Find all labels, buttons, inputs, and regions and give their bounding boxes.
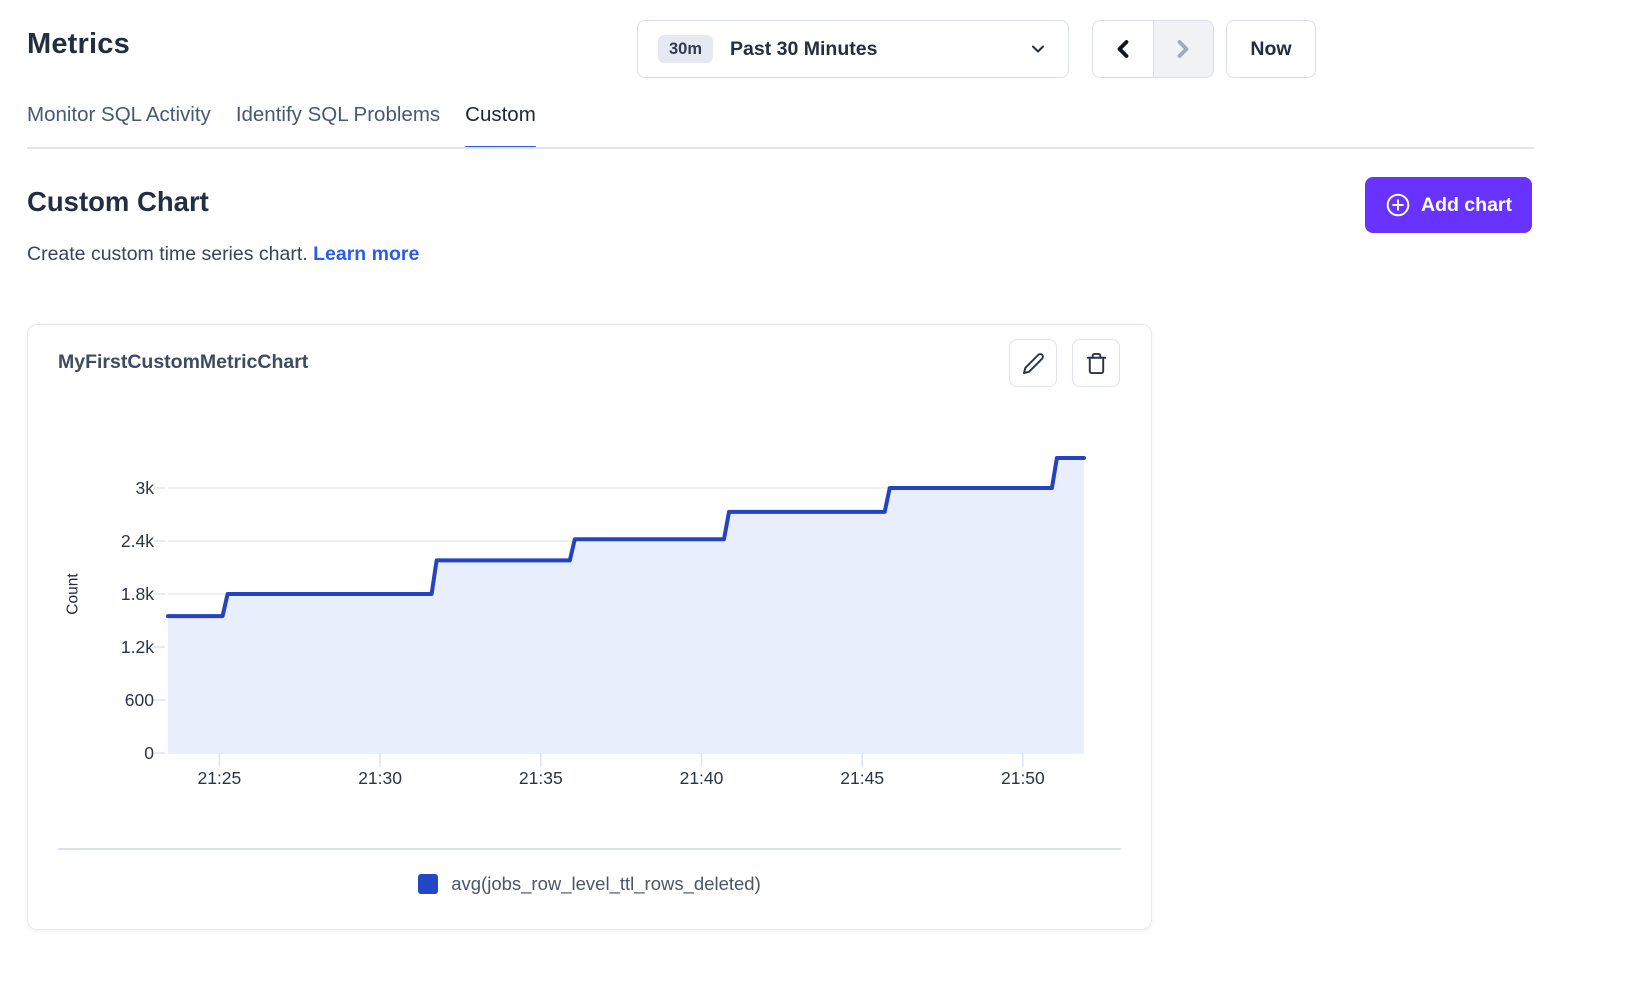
chart-canvas [168,435,1084,753]
edit-chart-button[interactable] [1009,339,1057,387]
x-tick-label: 21:35 [496,767,586,789]
y-tick-label: 2.4k [74,530,154,552]
section-subtitle: Create custom time series chart. Learn m… [27,243,419,266]
time-series-plot [168,435,1084,753]
chevron-right-icon [1169,35,1197,63]
y-tick-label: 1.2k [74,636,154,658]
previous-range-button[interactable] [1093,21,1154,77]
add-chart-label: Add chart [1421,194,1512,217]
chevron-left-icon [1109,35,1137,63]
time-range-badge: 30m [658,35,713,64]
subtitle-text: Create custom time series chart. [27,243,308,265]
legend-swatch[interactable] [418,874,438,894]
delete-chart-button[interactable] [1072,339,1120,387]
page-title: Metrics [27,28,130,61]
y-tick-label: 1.8k [74,583,154,605]
add-chart-button[interactable]: Add chart [1365,177,1532,233]
x-tick-label: 21:50 [978,767,1068,789]
legend-divider [58,848,1121,850]
time-step-button-group [1092,20,1214,78]
plus-circle-icon [1385,192,1411,218]
metrics-tabs: Monitor SQL Activity Identify SQL Proble… [27,103,536,149]
custom-chart-card: MyFirstCustomMetricChart Count 06001.2k1… [27,324,1152,930]
x-tick-label: 21:40 [657,767,747,789]
section-title: Custom Chart [27,186,209,218]
y-tick-label: 600 [74,689,154,711]
chevron-down-icon [1028,39,1048,59]
x-tick-label: 21:30 [335,767,425,789]
y-tick-label: 0 [74,742,154,764]
pencil-icon [1022,352,1045,375]
trash-icon [1085,352,1108,375]
time-range-dropdown[interactable]: 30m Past 30 Minutes [637,20,1069,78]
tabs-divider [27,147,1534,149]
chart-legend: avg(jobs_row_level_ttl_rows_deleted) [28,873,1151,895]
time-range-label: Past 30 Minutes [730,38,877,61]
learn-more-link[interactable]: Learn more [313,243,419,265]
chart-title: MyFirstCustomMetricChart [58,351,308,374]
tab-custom[interactable]: Custom [465,103,536,149]
next-range-button[interactable] [1154,21,1214,77]
tab-identify-sql-problems[interactable]: Identify SQL Problems [236,103,440,149]
legend-label[interactable]: avg(jobs_row_level_ttl_rows_deleted) [451,873,761,895]
now-button[interactable]: Now [1226,20,1316,78]
x-tick-label: 21:45 [817,767,907,789]
tab-monitor-sql-activity[interactable]: Monitor SQL Activity [27,103,211,149]
y-tick-label: 3k [74,477,154,499]
x-tick-label: 21:25 [174,767,264,789]
